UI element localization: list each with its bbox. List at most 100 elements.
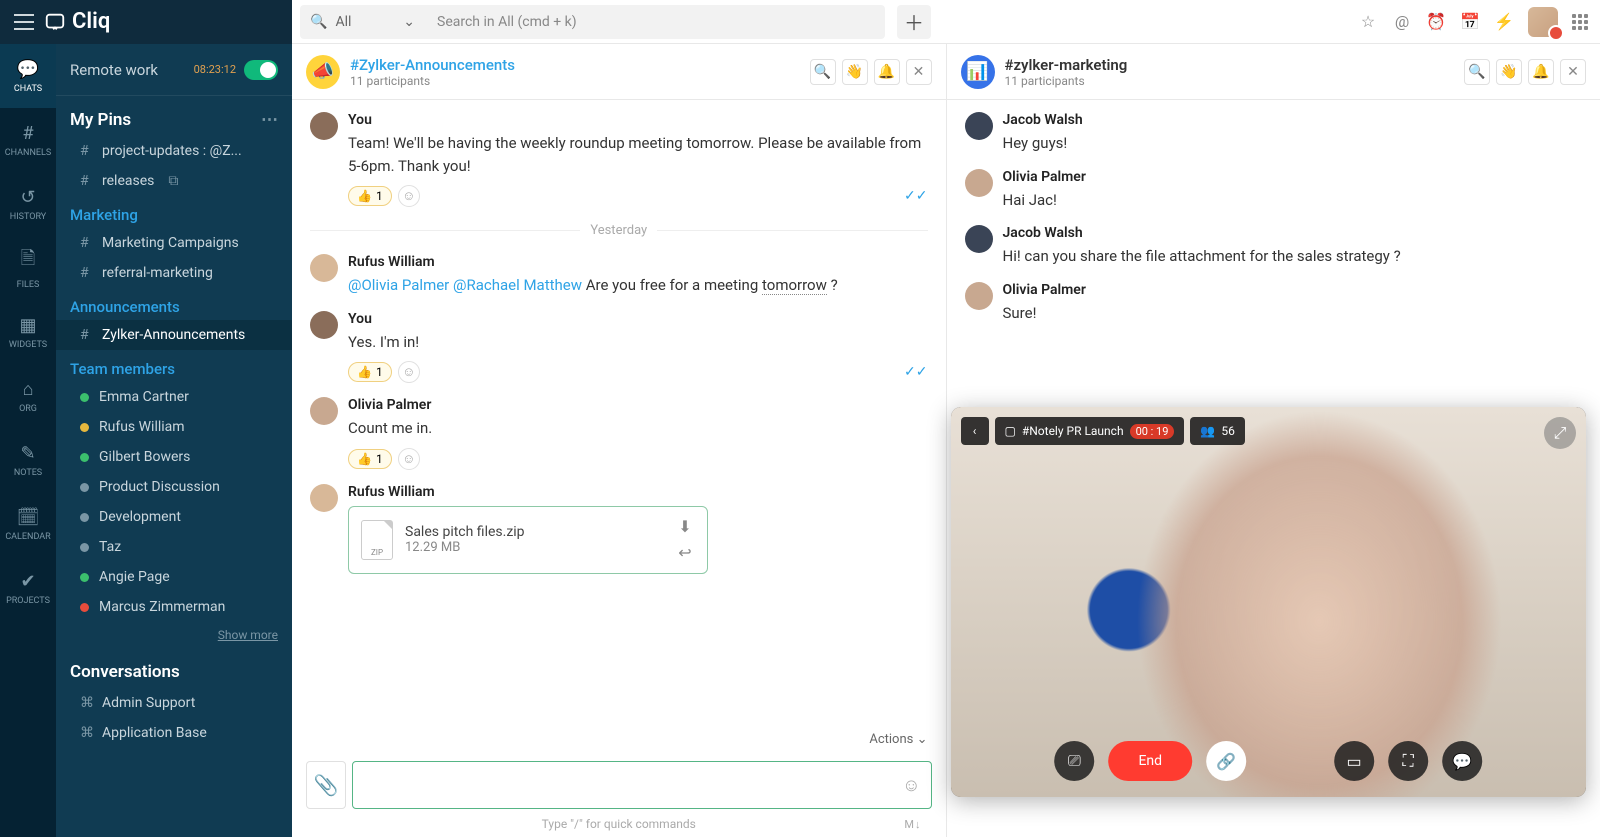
copy-link-button[interactable]: 🔗 [1206, 741, 1246, 781]
pip-button[interactable]: ▭ [1334, 741, 1374, 781]
channel-search-button[interactable]: 🔍 [810, 59, 836, 85]
team-item[interactable]: Angie Page [56, 562, 292, 592]
message-input[interactable] [363, 776, 892, 794]
channel-wave-button[interactable]: 👋 [1496, 59, 1522, 85]
video-expand-button[interactable]: ⤢ [1544, 417, 1576, 449]
nav-widgets[interactable]: ▦WIDGETS [0, 300, 56, 364]
actions-dropdown[interactable]: Actions ⌄ [292, 728, 946, 751]
avatar [965, 282, 993, 310]
channel-search-button[interactable]: 🔍 [1464, 59, 1490, 85]
remote-label: Remote work [70, 61, 158, 79]
channel-close-button[interactable]: ✕ [1560, 59, 1586, 85]
sender-name: Olivia Palmer [1003, 169, 1583, 185]
fullscreen-button[interactable]: ⛶ [1388, 741, 1428, 781]
video-back-button[interactable]: ‹ [961, 417, 989, 445]
team-item[interactable]: Marcus Zimmerman [56, 592, 292, 622]
download-icon[interactable]: ⬇ [675, 517, 695, 537]
avatar [310, 397, 338, 425]
hash-icon: # [80, 143, 92, 159]
channel-item[interactable]: #referral-marketing [56, 258, 292, 288]
team-item[interactable]: Taz [56, 532, 292, 562]
message-text: Hi! can you share the file attachment fo… [1003, 245, 1583, 268]
attach-button[interactable]: 📎 [306, 761, 346, 809]
nav-files[interactable]: 🗎FILES [0, 236, 56, 300]
team-item[interactable]: Development [56, 502, 292, 532]
message-text: Sure! [1003, 302, 1583, 325]
section-conversations: Conversations [56, 648, 292, 688]
apps-grid-icon[interactable] [1572, 14, 1588, 30]
sender-name: Rufus William [348, 484, 928, 500]
hamburger-menu[interactable] [14, 14, 34, 30]
avatar [310, 311, 338, 339]
status-dot [80, 453, 89, 462]
end-call-button[interactable]: End [1108, 741, 1192, 781]
message: Olivia Palmer Count me in. 👍 1 ☺ [310, 397, 928, 470]
search-scope-dropdown[interactable]: 🔍 All ⌄ [300, 5, 425, 39]
conversation-item[interactable]: ⌘Admin Support [56, 688, 292, 718]
reaction-thumbs-up[interactable]: 👍 1 [348, 362, 392, 382]
message-list[interactable]: You Team! We'll be having the weekly rou… [292, 100, 946, 728]
add-reaction-button[interactable]: ☺ [398, 185, 420, 207]
file-attachment[interactable]: ZIP Sales pitch files.zip 12.29 MB ⬇ ↩ [348, 506, 708, 574]
video-participants-pill[interactable]: 👥 56 [1190, 417, 1244, 445]
channel-close-button[interactable]: ✕ [906, 59, 932, 85]
reminder-icon[interactable]: ⏰ [1426, 12, 1446, 32]
notes-icon: ✎ [20, 443, 35, 464]
calendar-icon[interactable]: 📅 [1460, 12, 1480, 32]
video-title-pill[interactable]: ▢ #Notely PR Launch 00 : 19 [995, 417, 1185, 445]
star-icon[interactable]: ☆ [1358, 12, 1378, 32]
user-avatar[interactable] [1528, 7, 1558, 37]
remote-toggle[interactable] [244, 60, 278, 80]
search-placeholder: Search in All (cmd + k) [437, 14, 577, 30]
date-divider: Yesterday [310, 223, 928, 238]
new-button[interactable]: ＋ [897, 5, 931, 39]
add-reaction-button[interactable]: ☺ [398, 448, 420, 470]
nav-chats[interactable]: 💬CHATS [0, 44, 56, 108]
pin-item[interactable]: #project-updates : @Z... [56, 136, 292, 166]
participant-count: 56 [1221, 424, 1235, 438]
mentions-icon[interactable]: @ [1392, 12, 1412, 32]
reaction-thumbs-up[interactable]: 👍 1 [348, 186, 392, 206]
bolt-icon[interactable]: ⚡ [1494, 12, 1514, 32]
channel-notify-button[interactable]: 🔔 [874, 59, 900, 85]
sender-name: You [348, 311, 928, 327]
search-input[interactable]: Search in All (cmd + k) [425, 5, 885, 39]
team-item[interactable]: Gilbert Bowers [56, 442, 292, 472]
nav-projects[interactable]: ✔PROJECTS [0, 556, 56, 620]
nav-org[interactable]: ⌂ORG [0, 364, 56, 428]
team-item[interactable]: Emma Cartner [56, 382, 292, 412]
app-logo[interactable]: Cliq [44, 9, 110, 34]
channel-item[interactable]: #Marketing Campaigns [56, 228, 292, 258]
channel-subtitle: 11 participants [1005, 74, 1128, 88]
pin-item[interactable]: #releases⧉ [56, 166, 292, 196]
conversation-item[interactable]: ⌘Application Base [56, 718, 292, 748]
team-item[interactable]: Rufus William [56, 412, 292, 442]
reaction-thumbs-up[interactable]: 👍 1 [348, 449, 392, 469]
sender-name: Jacob Walsh [1003, 225, 1583, 241]
mention[interactable]: @Rachael Matthew [453, 276, 582, 294]
calendar-nav-icon: 🗓 [17, 507, 40, 528]
add-reaction-button[interactable]: ☺ [398, 361, 420, 383]
channel-name[interactable]: #Zylker-Announcements [350, 56, 515, 74]
screen-share-button[interactable]: ⎚ [1054, 741, 1094, 781]
channel-name[interactable]: #zylker-marketing [1005, 56, 1128, 74]
nav-notes[interactable]: ✎NOTES [0, 428, 56, 492]
nav-calendar[interactable]: 🗓CALENDAR [0, 492, 56, 556]
date-token[interactable]: tomorrow [762, 276, 827, 295]
share-icon[interactable]: ↩ [675, 543, 695, 563]
mention[interactable]: @Olivia Palmer [348, 276, 449, 294]
channel-subtitle: 11 participants [350, 74, 515, 88]
channel-wave-button[interactable]: 👋 [842, 59, 868, 85]
nav-history[interactable]: ↺HISTORY [0, 172, 56, 236]
call-badge [1548, 25, 1564, 41]
channel-notify-button[interactable]: 🔔 [1528, 59, 1554, 85]
pins-more-button[interactable]: ⋯ [261, 110, 278, 130]
team-item[interactable]: Product Discussion [56, 472, 292, 502]
section-my-pins: My Pins ⋯ [56, 96, 292, 136]
message: Rufus William @Olivia Palmer @Rachael Ma… [310, 254, 928, 297]
chat-button[interactable]: 💬 [1442, 741, 1482, 781]
nav-channels[interactable]: #CHANNELS [0, 108, 56, 172]
show-more-link[interactable]: Show more [56, 622, 292, 648]
emoji-button[interactable]: ☺ [902, 775, 920, 796]
channel-item-active[interactable]: #Zylker-Announcements [56, 320, 292, 350]
